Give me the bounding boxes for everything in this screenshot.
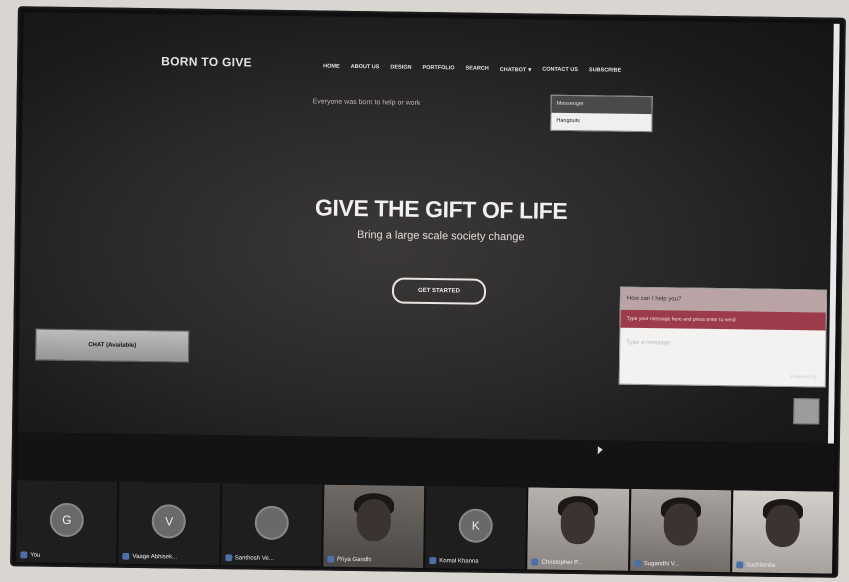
chatbot-dropdown-menu: Messenger Hangouts — [550, 94, 653, 133]
mic-icon — [20, 551, 28, 559]
participant-label: Priya Gandhi — [326, 555, 372, 564]
hero-title: GIVE THE GIFT OF LIFE — [314, 194, 568, 224]
get-started-button[interactable]: GET STARTED — [391, 277, 487, 305]
mic-icon — [531, 558, 539, 566]
chat-input[interactable]: Type a message... — [626, 340, 675, 347]
main-nav: HOME ABOUT US DESIGN PORTFOLIO SEARCH CH… — [323, 64, 621, 75]
participant-label: Vaage Abhisek... — [122, 552, 177, 561]
nav-item-design[interactable]: DESIGN — [390, 64, 411, 71]
mic-icon — [633, 559, 641, 567]
participant-tile[interactable]: V Vaage Abhisek... — [118, 481, 220, 566]
mic-icon — [326, 555, 335, 563]
chat-subheader: Type your message here and press enter t… — [620, 309, 826, 331]
nav-item-search[interactable]: SEARCH — [465, 66, 489, 73]
participant-tile[interactable]: G You — [16, 480, 118, 564]
participant-tile[interactable]: Priya Gandhi — [322, 484, 425, 568]
participant-tile[interactable]: Santhosh Ve... — [220, 483, 323, 567]
participant-label: Komal Khanna — [429, 557, 479, 565]
chevron-down-icon: ▾ — [528, 67, 532, 74]
tagline: Everyone was born to help or work — [312, 98, 421, 107]
mic-icon — [429, 557, 437, 565]
chat-header: How can I help you? — [620, 287, 827, 313]
mic-icon — [735, 561, 744, 569]
participant-label: Santhosh Ve... — [224, 554, 274, 562]
participant-label: You — [20, 551, 40, 559]
nav-item-chatbot[interactable]: CHATBOT ▾ — [500, 66, 532, 73]
avatar: V — [151, 504, 187, 539]
hero-subtitle: Bring a large scale society change — [356, 229, 525, 244]
mic-icon — [122, 552, 130, 560]
participant-label: Suchismita — [735, 561, 775, 569]
nav-item-portfolio[interactable]: PORTFOLIO — [422, 65, 454, 72]
chat-footer: Powered by — [790, 374, 817, 381]
website-viewport: BORN TO GIVE HOME ABOUT US DESIGN PORTFO… — [18, 12, 840, 444]
chat-toggle-button[interactable] — [793, 398, 820, 425]
participant-gallery: G You V Vaage Abhisek... Santhosh Ve... … — [16, 480, 834, 574]
participant-tile[interactable]: K Komal Khanna — [425, 485, 527, 570]
participant-tile[interactable]: Sugandhi V... — [629, 488, 732, 573]
mic-muted-icon — [224, 554, 232, 562]
participant-label: Christopher P... — [531, 558, 582, 566]
dropdown-item-hangouts[interactable]: Hangouts — [551, 113, 651, 131]
chat-widget: How can I help you? Type your message he… — [618, 286, 828, 388]
participant-tile[interactable]: Suchismita — [731, 490, 834, 574]
brand-logo[interactable]: BORN TO GIVE — [161, 54, 252, 69]
nav-item-about[interactable]: ABOUT US — [351, 64, 380, 71]
avatar: K — [458, 508, 494, 543]
nav-item-contact[interactable]: CONTACT US — [542, 67, 578, 74]
avatar — [254, 505, 289, 541]
nav-item-subscribe[interactable]: SUBSCRIBE — [589, 67, 621, 74]
dropdown-item-messenger[interactable]: Messenger — [551, 95, 652, 115]
avatar: G — [49, 502, 85, 538]
page-scrollbar[interactable] — [827, 23, 840, 444]
participant-label: Sugandhi V... — [633, 559, 680, 568]
participant-tile[interactable]: Christopher P... — [527, 487, 629, 571]
chat-available-button[interactable]: CHAT (Available) — [35, 328, 190, 363]
nav-item-home[interactable]: HOME — [323, 64, 340, 71]
monitor-photo: BORN TO GIVE HOME ABOUT US DESIGN PORTFO… — [10, 6, 846, 578]
mouse-cursor-icon — [597, 446, 603, 455]
